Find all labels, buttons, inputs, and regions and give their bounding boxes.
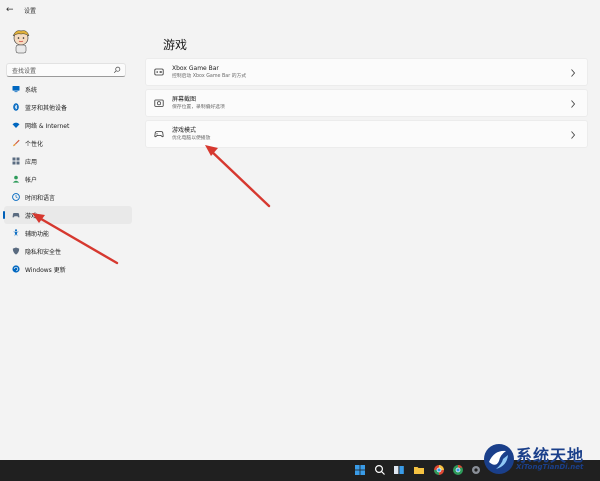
sidebar-item-label: 应用 [25,158,38,166]
sidebar-item-system[interactable]: 系统 [4,80,132,98]
page-title: 游戏 [163,38,188,52]
sidebar-item-gaming[interactable]: 游戏 [3,206,132,224]
sidebar-item-label: 辅助功能 [25,230,50,238]
gamepad-icon [12,211,20,219]
sidebar-item-apps[interactable]: 应用 [4,152,132,170]
sidebar-item-network[interactable]: 网络 & Internet [4,116,132,134]
sidebar-item-label: 游戏 [25,212,38,220]
sidebar-item-accessibility[interactable]: 辅助功能 [4,224,132,242]
card-game-mode[interactable]: 游戏模式 优化电脑以便播放 [145,120,588,148]
sidebar-item-bluetooth[interactable]: 蓝牙和其他设备 [4,98,132,116]
game-mode-icon [154,129,164,139]
sidebar-item-label: 网络 & Internet [25,122,70,130]
sidebar-item-privacy[interactable]: 隐私和安全性 [4,242,132,260]
file-explorer-icon[interactable] [413,464,425,476]
sidebar-item-windows-update[interactable]: Windows 更新 [4,260,132,278]
browser-icon[interactable] [433,464,445,476]
start-icon[interactable] [354,464,366,476]
apps-icon [12,157,20,165]
wifi-icon [12,121,20,129]
game-bar-icon [154,67,164,77]
chrome-icon[interactable] [452,464,464,476]
card-subtitle: 保存位置，录制偏好选项 [172,104,225,110]
sidebar-item-label: 隐私和安全性 [25,248,62,256]
card-title: Xbox Game Bar [172,64,219,72]
brush-icon [12,139,20,147]
card-captures[interactable]: 屏幕截图 保存位置，录制偏好选项 [145,89,588,117]
back-arrow-icon[interactable]: ← [6,5,16,15]
sidebar: 查找设置 系统 蓝牙和其他设备 网络 & Internet 个性化 应用 帐户 … [0,20,140,460]
card-subtitle: 控制启动 Xbox Game Bar 的方式 [172,73,247,79]
watermark: 系统天地 XiTongTianDi.net [478,440,600,481]
watermark-logo-icon [484,444,514,474]
sidebar-item-label: 系统 [25,86,38,94]
search-placeholder: 查找设置 [12,67,37,75]
chevron-right-icon [571,69,576,77]
card-title: 游戏模式 [172,126,197,134]
capture-icon [154,98,164,108]
account-icon [12,175,20,183]
globe-clock-icon [12,193,20,201]
sidebar-item-label: Windows 更新 [25,266,66,274]
chevron-right-icon [571,131,576,139]
sidebar-item-accounts[interactable]: 帐户 [4,170,132,188]
search-icon[interactable] [113,66,121,74]
sidebar-item-time-language[interactable]: 时间和语言 [4,188,132,206]
accessibility-icon [12,229,20,237]
avatar-image [12,30,30,54]
task-view-icon[interactable] [393,464,405,476]
watermark-url: XiTongTianDi.net [516,463,584,471]
update-icon [12,265,20,273]
bluetooth-icon [12,103,20,111]
chevron-right-icon [571,100,576,108]
monitor-icon [12,85,20,93]
sidebar-nav: 系统 蓝牙和其他设备 网络 & Internet 个性化 应用 帐户 时间和语言… [0,80,140,278]
app-title: 设置 [24,7,37,15]
shield-icon [12,247,20,255]
taskbar-search-icon[interactable] [374,464,386,476]
search-input[interactable]: 查找设置 [6,63,126,77]
sidebar-item-personalization[interactable]: 个性化 [4,134,132,152]
sidebar-item-label: 个性化 [25,140,44,148]
sidebar-item-label: 蓝牙和其他设备 [25,104,68,112]
avatar[interactable] [8,28,34,54]
card-title: 屏幕截图 [172,95,197,103]
card-subtitle: 优化电脑以便播放 [172,135,211,141]
card-xbox-game-bar[interactable]: Xbox Game Bar 控制启动 Xbox Game Bar 的方式 [145,58,588,86]
main-content: 游戏 Xbox Game Bar 控制启动 Xbox Game Bar 的方式 … [145,20,593,460]
sidebar-item-label: 帐户 [25,176,38,184]
title-bar: ← 设置 [0,0,600,20]
sidebar-item-label: 时间和语言 [25,194,56,202]
